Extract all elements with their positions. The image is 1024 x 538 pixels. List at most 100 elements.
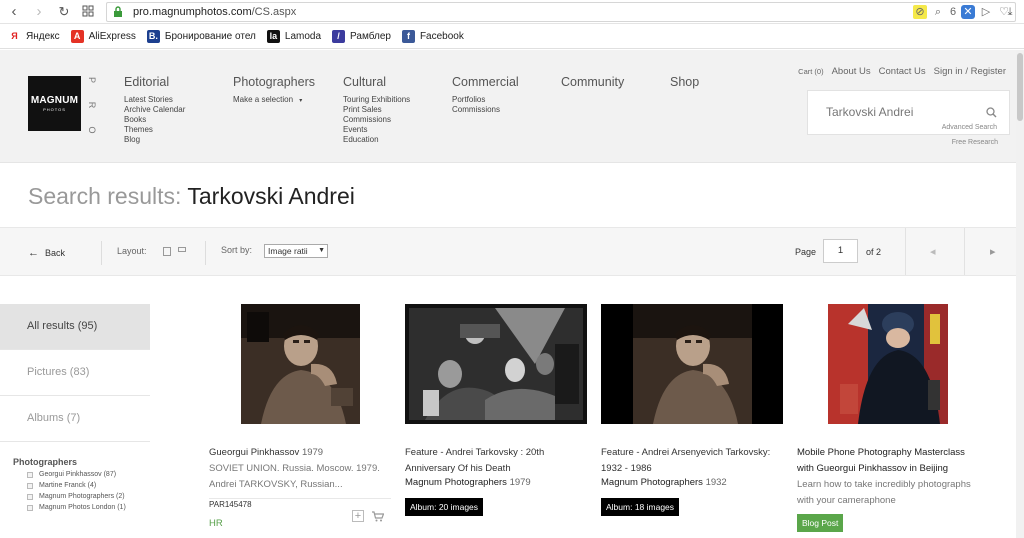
send-icon[interactable]: ▷ bbox=[979, 5, 993, 19]
page-scrollbar[interactable] bbox=[1016, 50, 1024, 538]
menu-photographers-heading[interactable]: Photographers bbox=[233, 75, 315, 89]
add-to-lightbox-icon[interactable]: + bbox=[352, 510, 364, 522]
forward-arrow-icon[interactable]: › bbox=[31, 4, 47, 20]
menu-item[interactable]: Books bbox=[124, 115, 185, 125]
url-text: pro.magnumphotos.com/CS.aspx bbox=[133, 6, 297, 18]
menu-shop-heading[interactable]: Shop bbox=[670, 75, 699, 89]
cart-link[interactable]: Cart (0) bbox=[798, 67, 823, 76]
menu-community-heading[interactable]: Community bbox=[561, 75, 624, 89]
site-header: MAGNUM PHOTOS P R O Editorial Latest Sto… bbox=[0, 50, 1024, 163]
menu-photographers: Photographers Make a selection ▾ bbox=[233, 75, 315, 106]
tabs-grid-icon[interactable] bbox=[81, 4, 97, 20]
pro-label: P R O bbox=[87, 76, 97, 134]
result-title[interactable]: Feature - Andrei Arsenyevich Tarkovsky: … bbox=[601, 445, 786, 477]
search-icon[interactable] bbox=[986, 107, 997, 118]
chevron-down-icon: ▼ bbox=[318, 247, 325, 254]
facet-option[interactable]: Magnum Photographers (2) bbox=[27, 493, 150, 500]
menu-item[interactable]: Events bbox=[343, 125, 410, 135]
address-bar[interactable]: pro.magnumphotos.com/CS.aspx ⊘ ⌕ 6 ✕ ▷ ♡ bbox=[106, 2, 1016, 22]
facet-option[interactable]: Georgui Pinkhassov (87) bbox=[27, 471, 150, 478]
page-count: of 2 bbox=[866, 247, 882, 257]
magnum-logo[interactable]: MAGNUM PHOTOS bbox=[28, 76, 81, 131]
reload-icon[interactable]: ↻ bbox=[56, 4, 72, 20]
checkbox[interactable] bbox=[27, 493, 33, 500]
menu-item[interactable]: Commissions bbox=[343, 115, 410, 125]
bookmark-item[interactable]: la Lamoda bbox=[266, 30, 321, 43]
back-arrow-icon[interactable]: ‹ bbox=[6, 4, 22, 20]
search-value: Tarkovski Andrei bbox=[826, 105, 914, 119]
album-thumbnail[interactable] bbox=[405, 304, 587, 424]
browser-toolbar: ‹ › ↻ pro.magnumphotos.com/CS.aspx ⊘ ⌕ 6… bbox=[0, 0, 1024, 24]
menu-item[interactable]: Print Sales bbox=[343, 105, 410, 115]
menu-commercial: Commercial Portfolios Commissions bbox=[452, 75, 519, 115]
signin-link[interactable]: Sign in / Register bbox=[934, 66, 1006, 77]
about-link[interactable]: About Us bbox=[832, 66, 871, 77]
contact-link[interactable]: Contact Us bbox=[879, 66, 926, 77]
menu-commercial-heading[interactable]: Commercial bbox=[452, 75, 519, 89]
result-code: PAR145478 bbox=[209, 500, 252, 509]
yandex-icon: Я bbox=[8, 30, 21, 43]
menu-editorial: Editorial Latest Stories Archive Calenda… bbox=[124, 75, 185, 145]
block-icon[interactable]: ⊘ bbox=[913, 5, 927, 19]
grid-layout-icon[interactable] bbox=[163, 247, 171, 256]
search-input[interactable]: Tarkovski Andrei Advanced Search bbox=[807, 90, 1010, 135]
result-title[interactable]: Gueorgui Pinkhassov 1979 bbox=[209, 445, 394, 461]
result-title[interactable]: Feature - Andrei Tarkovsky : 20th Annive… bbox=[405, 445, 590, 477]
tab-pictures[interactable]: Pictures (83) bbox=[0, 350, 150, 396]
extension-icon[interactable]: ✕ bbox=[961, 5, 975, 19]
bookmarks-bar: Я Яндекс A AliExpress B. Бронирование отел la L… bbox=[0, 25, 1024, 49]
checkbox[interactable] bbox=[27, 471, 33, 478]
make-selection-dropdown[interactable]: Make a selection ▾ bbox=[233, 95, 315, 106]
page-title: Search results: Tarkovski Andrei bbox=[28, 183, 355, 209]
menu-item[interactable]: Themes bbox=[124, 125, 185, 135]
bookmark-item[interactable]: / Рамблер bbox=[332, 30, 391, 43]
menu-item[interactable]: Latest Stories bbox=[124, 95, 185, 105]
results-sidebar: All results (95) Pictures (83) Albums (7… bbox=[0, 304, 150, 511]
cart-icon[interactable] bbox=[372, 511, 384, 522]
blog-thumbnail[interactable] bbox=[828, 304, 948, 424]
menu-item[interactable]: Archive Calendar bbox=[124, 105, 185, 115]
bookmark-item[interactable]: Я Яндекс bbox=[8, 30, 60, 43]
facet-option[interactable]: Martine Franck (4) bbox=[27, 482, 150, 489]
free-research-link[interactable]: Free Research bbox=[952, 139, 998, 146]
advanced-search-link[interactable]: Advanced Search bbox=[942, 124, 997, 131]
page-number-input[interactable]: 1 bbox=[823, 239, 858, 263]
back-button[interactable]: ← Back bbox=[28, 247, 65, 259]
list-layout-icon[interactable] bbox=[178, 247, 186, 252]
album-count-badge: Album: 20 images bbox=[405, 498, 484, 516]
album-thumbnail[interactable] bbox=[601, 304, 783, 424]
menu-item[interactable]: Portfolios bbox=[452, 95, 519, 105]
tab-albums[interactable]: Albums (7) bbox=[0, 396, 150, 442]
lamoda-icon: la bbox=[266, 30, 280, 43]
facet-option[interactable]: Magnum Photos London (1) bbox=[27, 504, 150, 511]
bookmark-item[interactable]: A AliExpress bbox=[70, 30, 136, 43]
search-icon[interactable]: ⌕ bbox=[931, 5, 945, 19]
bookmark-item[interactable]: f Facebook bbox=[401, 30, 464, 43]
rambler-icon: / bbox=[332, 30, 346, 43]
menu-shop: Shop bbox=[670, 75, 699, 89]
facet-heading: Photographers bbox=[13, 457, 78, 467]
lock-icon bbox=[113, 6, 123, 18]
menu-item[interactable]: Blog bbox=[124, 135, 185, 145]
menu-item[interactable]: Touring Exhibitions bbox=[343, 95, 410, 105]
prev-page-icon[interactable]: ◂ bbox=[930, 245, 936, 258]
menu-editorial-heading[interactable]: Editorial bbox=[124, 75, 185, 89]
photo-thumbnail[interactable] bbox=[241, 304, 360, 424]
result-photographer: Magnum Photographers 1932 bbox=[601, 477, 727, 488]
arrow-left-icon: ← bbox=[28, 247, 39, 259]
results-toolbar: ← Back Layout: Sort by: Image ratii ▼ Pa… bbox=[0, 227, 1024, 276]
result-title[interactable]: Mobile Phone Photography Masterclass wit… bbox=[797, 445, 982, 477]
menu-cultural-heading[interactable]: Cultural bbox=[343, 75, 410, 89]
checkbox[interactable] bbox=[27, 504, 33, 511]
facebook-icon: f bbox=[401, 30, 415, 43]
download-icon[interactable]: ⤓ bbox=[1002, 4, 1018, 20]
menu-item[interactable]: Education bbox=[343, 135, 410, 145]
tab-all-results[interactable]: All results (95) bbox=[0, 304, 150, 350]
result-description: Learn how to take incredibly photographs… bbox=[797, 479, 971, 506]
sort-select[interactable]: Image ratii ▼ bbox=[264, 244, 328, 258]
next-page-icon[interactable]: ▸ bbox=[990, 245, 996, 258]
checkbox[interactable] bbox=[27, 482, 33, 489]
bookmark-item[interactable]: B. Бронирование отел bbox=[146, 30, 256, 43]
scrollbar-thumb[interactable] bbox=[1017, 53, 1023, 121]
menu-item[interactable]: Commissions bbox=[452, 105, 519, 115]
